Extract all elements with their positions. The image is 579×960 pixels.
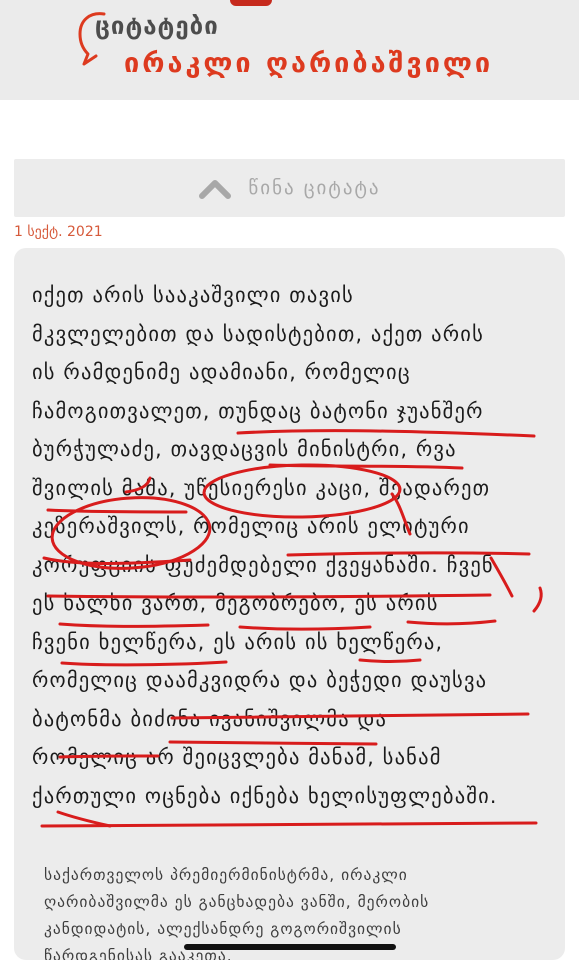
quote-line: შვილის მამა, უწესიერესი კაცი, შეადარეთ [32,475,491,500]
quote-line: ეს ხალხი ვართ, მეგობრებო, ეს არის [32,591,439,615]
previous-quote-button[interactable]: წინა ციტატა [14,159,565,217]
quote-line: ის რამდენიმე ადამიანი, რომელიც [32,360,411,384]
home-indicator[interactable] [184,944,396,950]
logo-subtitle[interactable]: ირაკლი ღარიბაშვილი [124,48,493,79]
quote-date: 1 სექტ. 2021 [14,224,103,240]
quote-line: კორუფციის ფუძემდებელი ქვეყანაში. ჩვენ [32,552,494,577]
quote-line: ბურჭულაძე, თავდაცვის მინისტრი, რვა [32,437,457,461]
header-red-accent [230,0,272,6]
previous-quote-label: წინა ციტატა [248,177,381,199]
source-line: საქართველოს პრემიერმინისტრმა, ირაკლი [44,866,408,884]
quote-line: ქართული ოცნება იქნება ხელისუფლებაში. [32,783,498,808]
source-line: ღარიბაშვილმა ეს განცხადება ვანში, მერობი… [44,893,430,911]
source-line: კანდიდატის, ალექსანდრე გოგორიშვილის [44,920,402,938]
quote-text: იქეთ არის სააკაშვილი თავის მკვლელებით და… [32,276,552,815]
quote-line: ბატონმა ბიძინა ივანიშვილმა და [32,706,388,731]
quote-line: კეზერაშვილს, რომელიც არის ელიტური [32,514,470,538]
site-header: ციტატები ირაკლი ღარიბაშვილი [0,0,579,100]
quote-line: რომელიც არ შეიცვლება მანამ, სანამ [32,745,442,769]
quote-line: რომელიც დაამკვიდრა და ბეჭედი დაუსვა [32,668,488,692]
quote-line: იქეთ არის სააკაშვილი თავის [32,283,354,307]
quote-line: ჩამოგითვალეთ, თუნდაც ბატონი ჯუანშერ [32,398,484,423]
chevron-up-icon [199,180,232,199]
logo-title[interactable]: ციტატები [95,12,219,40]
quote-line: მკვლელებით და სადისტებით, აქეთ არის [32,321,484,346]
quote-line: ჩვენი ხელწერა, ეს არის ის ხელწერა, [32,629,444,654]
